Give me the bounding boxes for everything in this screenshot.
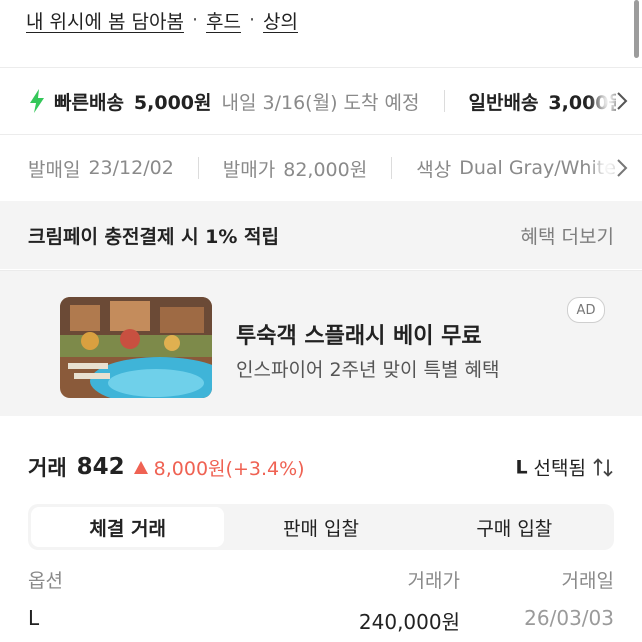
divider: [443, 90, 445, 112]
breadcrumb-top-link[interactable]: 상의: [263, 7, 298, 34]
point-benefit-banner[interactable]: 크림페이 충전결제 시 1% 적립 혜택 더보기: [0, 201, 642, 269]
breadcrumb-separator: ·: [191, 9, 199, 31]
color-label: 색상: [416, 158, 452, 181]
chevron-right-icon[interactable]: [616, 158, 628, 178]
resort-pool-image: [60, 297, 212, 398]
normal-delivery-label: 일반배송: [468, 91, 539, 114]
divider: [391, 157, 393, 179]
row-price: 240,000원: [358, 610, 460, 634]
release-date-label: 발매일: [28, 158, 81, 181]
ad-subtitle: 인스파이어 2주년 맞이 특별 혜택: [236, 359, 500, 381]
product-info-row[interactable]: 발매일 23/12/02 발매가 82,000원 색상 Dual Gray/Wh…: [0, 135, 642, 201]
trade-label: 거래: [28, 456, 67, 480]
fast-delivery-label: 빠른배송: [54, 91, 124, 114]
row-option: L: [28, 606, 40, 630]
ad-badge: AD: [567, 297, 605, 323]
point-benefit-title: 크림페이 충전결제 시 1% 적립: [28, 225, 279, 248]
lightning-icon: [30, 89, 44, 113]
table-row: L 240,000원 26/03/03: [0, 606, 642, 642]
selected-size: L: [515, 456, 528, 478]
release-date-value: 23/12/02: [88, 157, 174, 179]
row-date: 26/03/03: [524, 606, 614, 630]
breadcrumb-hood-link[interactable]: 후드: [206, 7, 241, 34]
size-selected-label: 선택됨: [533, 457, 586, 480]
trade-tabs: 체결 거래 판매 입찰 구매 입찰: [28, 504, 614, 550]
breadcrumb-separator: ·: [248, 9, 256, 31]
benefit-more-link[interactable]: 혜택 더보기: [521, 222, 614, 249]
breadcrumb: 내 위시에 봄 담아봄 · 후드 · 상의: [0, 0, 642, 40]
column-price: 거래가: [407, 570, 460, 592]
ad-banner[interactable]: 투숙객 스플래시 베이 무료 인스파이어 2주년 맞이 특별 혜택 AD: [0, 270, 642, 416]
delivery-options-row[interactable]: 빠른배송 5,000원 내일 3/16(월) 도착 예정 일반배송 3,000원: [0, 68, 642, 134]
size-selector[interactable]: L 선택됨: [515, 454, 614, 481]
divider: [197, 157, 199, 179]
fast-delivery-eta: 내일 3/16(월) 도착 예정: [221, 91, 420, 114]
scrollbar[interactable]: [634, 0, 639, 58]
fast-delivery-price: 5,000원: [133, 91, 212, 114]
normal-delivery-price: 3,000원: [548, 91, 627, 114]
up-triangle-icon: [133, 460, 148, 474]
price-change: 8,000원(+3.4%): [153, 457, 305, 480]
ad-title: 투숙객 스플래시 베이 무료: [236, 324, 482, 349]
tab-sell-bids[interactable]: 판매 입찰: [224, 507, 417, 547]
tab-completed-trades[interactable]: 체결 거래: [31, 507, 225, 547]
release-price-value: 82,000원: [283, 158, 368, 181]
breadcrumb-wishlist-link[interactable]: 내 위시에 봄 담아봄: [26, 7, 184, 34]
trade-count: 842: [76, 454, 125, 480]
color-value: Dual Gray/White: [459, 157, 616, 179]
tab-buy-bids[interactable]: 구매 입찰: [418, 507, 611, 547]
table-header: 옵션 거래가 거래일: [0, 566, 642, 600]
column-date: 거래일: [561, 570, 614, 592]
column-option: 옵션: [28, 570, 63, 592]
release-price-label: 발매가: [222, 158, 276, 181]
chevron-right-icon[interactable]: [616, 91, 628, 111]
trade-summary: 거래 842 8,000원(+3.4%) L 선택됨: [0, 442, 642, 492]
sort-arrows-icon: [593, 457, 613, 477]
